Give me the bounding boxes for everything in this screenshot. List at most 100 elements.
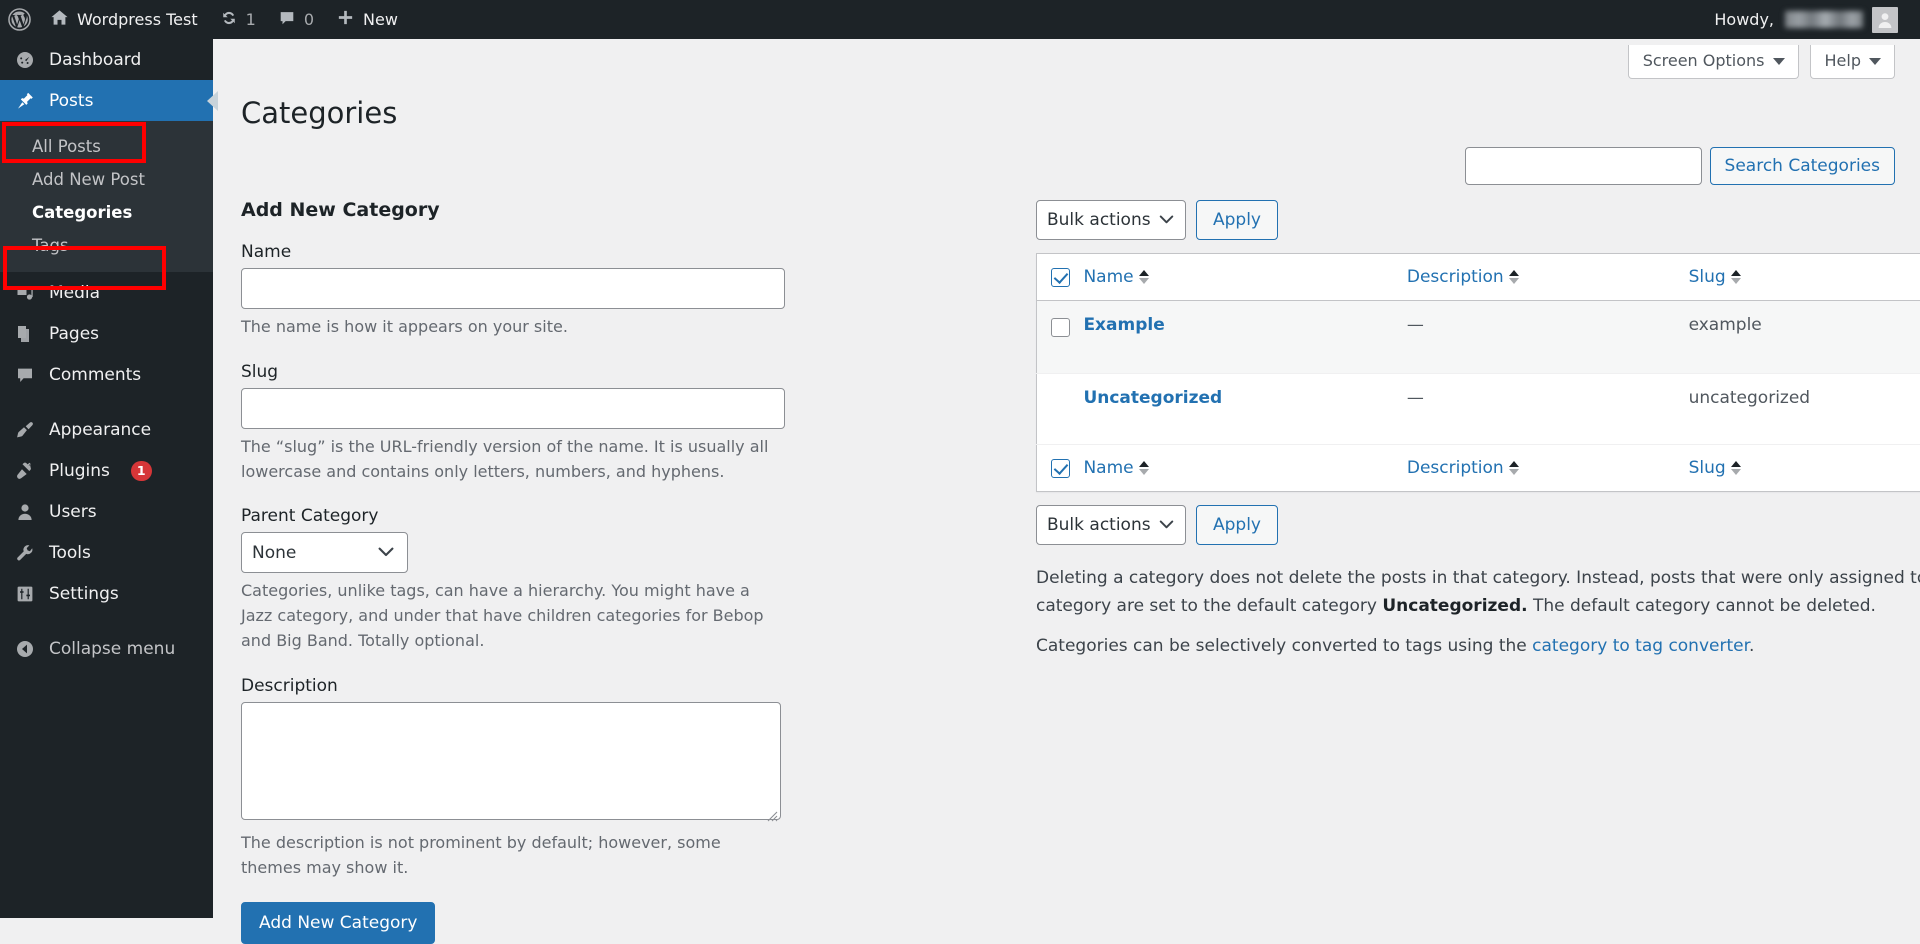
table-head: Name Description Slug (1037, 254, 1920, 301)
sidebar-item-label: Pages (49, 324, 99, 344)
search-form: Search Categories (1465, 147, 1895, 185)
sidebar-item-tags[interactable]: Tags (0, 229, 213, 262)
sort-link-name-bottom[interactable]: Name (1083, 458, 1148, 478)
sidebar-item-tools[interactable]: Tools (0, 532, 213, 573)
my-account-button[interactable]: Howdy, (1714, 0, 1920, 39)
sidebar-item-pages[interactable]: Pages (0, 313, 213, 354)
slug-input[interactable] (241, 388, 785, 429)
select-all-checkbox-top[interactable] (1051, 268, 1070, 287)
name-label: Name (241, 242, 785, 262)
name-help-text: The name is how it appears on your site. (241, 315, 771, 340)
column-header-description[interactable]: Description (1407, 254, 1689, 301)
sidebar-item-appearance[interactable]: Appearance (0, 409, 213, 450)
bulk-actions-select-top[interactable]: Bulk actions (1036, 200, 1186, 240)
screen-options-label: Screen Options (1643, 53, 1765, 69)
category-link-example[interactable]: Example (1083, 315, 1164, 335)
column-footer-slug[interactable]: Slug (1689, 445, 1920, 492)
row-checkbox-example[interactable] (1051, 318, 1070, 337)
sidebar-item-all-posts[interactable]: All Posts (0, 130, 213, 163)
category-link-uncategorized[interactable]: Uncategorized (1083, 388, 1222, 408)
updates-button[interactable]: 1 (209, 0, 267, 39)
category-to-tag-converter-link[interactable]: category to tag converter (1532, 636, 1749, 656)
sidebar-item-label: Users (49, 502, 97, 522)
description-textarea[interactable] (241, 702, 781, 820)
sidebar-item-users[interactable]: Users (0, 491, 213, 532)
screen-options-button[interactable]: Screen Options (1628, 45, 1799, 79)
add-new-category-form: Add New Category Name The name is how it… (241, 199, 785, 944)
table-footer-row: Name Description Slug (1037, 445, 1920, 492)
sort-link-slug[interactable]: Slug (1689, 267, 1741, 287)
select-all-checkbox-bottom[interactable] (1051, 459, 1070, 478)
howdy-label: Howdy, (1714, 10, 1774, 29)
search-categories-button[interactable]: Search Categories (1710, 147, 1895, 185)
plugins-update-badge: 1 (131, 461, 152, 481)
sort-arrows-icon (1139, 461, 1149, 475)
sliders-icon (14, 584, 36, 604)
add-new-category-submit[interactable]: Add New Category (241, 902, 435, 944)
sidebar-item-plugins[interactable]: Plugins 1 (0, 450, 213, 491)
apply-button-top[interactable]: Apply (1196, 200, 1278, 240)
convert-note-part1: Categories can be selectively converted … (1036, 636, 1532, 656)
sidebar-item-dashboard[interactable]: Dashboard (0, 39, 213, 80)
search-input[interactable] (1465, 147, 1702, 185)
slug-help-text: The “slug” is the URL-friendly version o… (241, 435, 771, 485)
column-footer-description[interactable]: Description (1407, 445, 1689, 492)
categories-table: Name Description Slug (1036, 253, 1920, 492)
site-name-button[interactable]: Wordpress Test (39, 0, 209, 39)
row-description-cell: — (1407, 374, 1689, 445)
wordpress-logo-button[interactable] (0, 0, 39, 39)
help-button[interactable]: Help (1810, 45, 1895, 79)
sort-link-description-bottom[interactable]: Description (1407, 458, 1519, 478)
comment-bubble-icon (278, 9, 296, 31)
slug-field-row: Slug The “slug” is the URL-friendly vers… (241, 362, 785, 485)
sidebar-item-label: Settings (49, 584, 119, 604)
sort-link-slug-bottom[interactable]: Slug (1689, 458, 1741, 478)
name-field-row: Name The name is how it appears on your … (241, 242, 785, 340)
sidebar-item-categories[interactable]: Categories (0, 196, 213, 229)
wrench-icon (14, 543, 36, 563)
sidebar-item-media[interactable]: Media (0, 272, 213, 313)
wordpress-logo-icon (8, 8, 31, 31)
new-content-button[interactable]: New (325, 0, 409, 39)
bulk-actions-select-bottom[interactable]: Bulk actions (1036, 505, 1186, 545)
row-slug-cell: example (1689, 301, 1920, 374)
main-content: Screen Options Help Categories Search Ca… (213, 39, 1920, 918)
name-input[interactable] (241, 268, 785, 309)
column-header-slug[interactable]: Slug (1689, 254, 1920, 301)
collapse-menu-label: Collapse menu (49, 639, 175, 659)
sidebar-item-settings[interactable]: Settings (0, 573, 213, 614)
collapse-menu-button[interactable]: Collapse menu (0, 628, 213, 669)
tablenav-top: Bulk actions Apply 2 items (1036, 199, 1920, 241)
pages-icon (14, 324, 36, 344)
sidebar-item-comments[interactable]: Comments (0, 354, 213, 395)
row-checkbox-cell (1037, 301, 1084, 374)
delete-note-part2: The default category cannot be deleted. (1528, 596, 1876, 616)
comments-button[interactable]: 0 (267, 0, 325, 39)
plug-icon (14, 461, 36, 481)
row-name-cell: Uncategorized (1083, 374, 1406, 445)
column-footer-name[interactable]: Name (1083, 445, 1406, 492)
admin-bar: Wordpress Test 1 0 New Howdy, (0, 0, 1920, 39)
sort-link-description[interactable]: Description (1407, 267, 1519, 287)
delete-note-default-category: Uncategorized. (1382, 596, 1527, 616)
row-name-cell: Example (1083, 301, 1406, 374)
tablenav-bottom: Bulk actions Apply 2 items (1036, 504, 1920, 546)
screen-meta-links: Screen Options Help (1628, 45, 1895, 79)
column-label: Name (1083, 267, 1133, 287)
sidebar-item-posts[interactable]: Posts (0, 80, 213, 121)
help-label: Help (1825, 53, 1861, 69)
sort-link-name[interactable]: Name (1083, 267, 1148, 287)
column-label: Name (1083, 458, 1133, 478)
sidebar-item-label: Plugins (49, 461, 110, 481)
parent-category-select[interactable]: None (241, 532, 408, 573)
column-header-name[interactable]: Name (1083, 254, 1406, 301)
bulk-actions-value: Bulk actions (1047, 210, 1151, 230)
apply-button-bottom[interactable]: Apply (1196, 505, 1278, 545)
submenu-pointer-icon (207, 91, 218, 111)
chevron-down-icon (378, 547, 394, 558)
sidebar-separator (0, 395, 213, 409)
sidebar-item-add-new-post[interactable]: Add New Post (0, 163, 213, 196)
sidebar-separator-2 (0, 614, 213, 628)
sidebar-item-label: Media (49, 283, 100, 303)
site-name-label: Wordpress Test (77, 10, 198, 29)
